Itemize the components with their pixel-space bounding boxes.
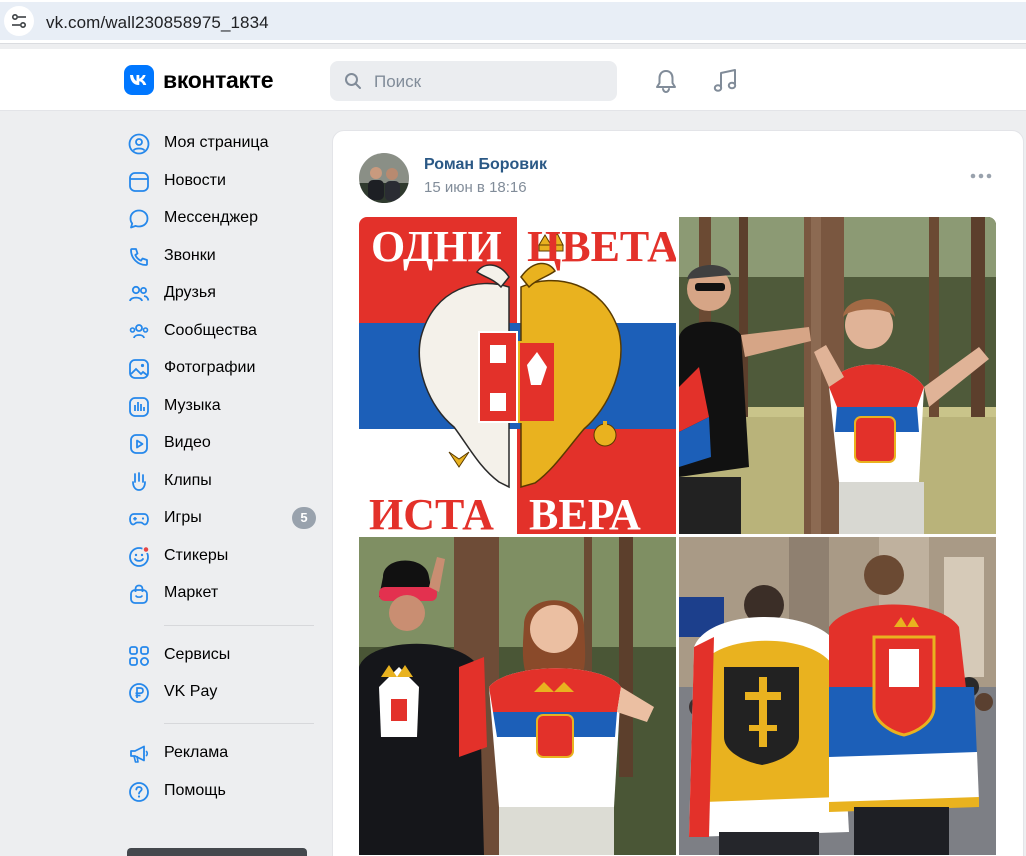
gamepad-icon xyxy=(129,513,149,526)
sticker-icon xyxy=(129,546,150,567)
nav-item-stickers[interactable]: Стикеры xyxy=(120,538,320,574)
search-icon xyxy=(345,73,361,89)
nav-item-ads[interactable]: Реклама xyxy=(120,735,320,771)
nav-item-communities[interactable]: Сообщества xyxy=(120,313,320,349)
nav-divider xyxy=(164,625,314,626)
nav-label: Новости xyxy=(164,172,226,189)
nav-item-messenger[interactable]: Мессенджер xyxy=(120,200,320,236)
poster-text-top-left: ОДНИ xyxy=(371,222,502,271)
megaphone-icon xyxy=(130,745,149,763)
nav-label: Сообщества xyxy=(164,322,257,339)
nav-label: Звонки xyxy=(164,247,216,264)
news-icon xyxy=(129,172,149,192)
music-player-button[interactable] xyxy=(710,66,740,96)
music-note-icon xyxy=(713,69,737,92)
nav-item-music[interactable]: Музыка xyxy=(120,388,320,424)
nav-item-help[interactable]: Помощь xyxy=(120,773,320,809)
user-circle-icon xyxy=(128,133,150,155)
nav-item-market[interactable]: Маркет xyxy=(120,575,320,611)
nav-label: Видео xyxy=(164,434,211,451)
nav-item-my-page[interactable]: Моя страница xyxy=(120,125,320,161)
nav-label: Помощь xyxy=(164,782,226,799)
nav-label: Маркет xyxy=(164,584,219,601)
games-count-badge: 5 xyxy=(292,507,316,529)
post-photo-1[interactable]: ОДНИ ЦВЕТА ИСТА ВЕРА xyxy=(359,217,676,534)
nav-item-games[interactable]: Игры 5 xyxy=(120,500,320,536)
nav-item-calls[interactable]: Звонки xyxy=(120,238,320,274)
poster-text-top-right: ЦВЕТА xyxy=(527,222,676,271)
post-more-button[interactable] xyxy=(969,169,993,181)
wall-post: Роман Боровик 15 июн в 18:16 ОДНИ ЦВЕТА … xyxy=(332,130,1024,856)
vk-pay-icon xyxy=(129,683,149,703)
nav-item-clips[interactable]: Клипы xyxy=(120,463,320,499)
site-settings-button[interactable] xyxy=(4,6,34,36)
search-box[interactable] xyxy=(330,61,617,101)
nav-label: Сервисы xyxy=(164,646,231,663)
communities-icon xyxy=(129,324,149,339)
nav-divider xyxy=(164,723,314,724)
poster-text-bottom-left: ИСТА xyxy=(369,490,494,534)
nav-label: Фотографии xyxy=(164,359,256,376)
phone-icon xyxy=(130,248,148,266)
clips-icon xyxy=(132,472,146,491)
nav-item-news[interactable]: Новости xyxy=(120,163,320,199)
message-bubble-icon xyxy=(129,209,149,229)
more-dots-icon xyxy=(970,173,992,179)
nav-item-services[interactable]: Сервисы xyxy=(120,637,320,673)
post-photo-3[interactable] xyxy=(359,537,676,855)
notifications-button[interactable] xyxy=(652,67,680,95)
post-date[interactable]: 15 июн в 18:16 xyxy=(424,179,527,196)
poster-text-bottom-right: ВЕРА xyxy=(529,490,641,534)
url-field[interactable]: vk.com/wall230858975_1834 xyxy=(0,2,1026,40)
nav-label: Мессенджер xyxy=(164,209,258,226)
author-avatar[interactable] xyxy=(359,153,409,203)
market-bag-icon xyxy=(130,584,148,604)
help-icon xyxy=(129,782,149,802)
nav-label: Клипы xyxy=(164,472,212,489)
post-author-link[interactable]: Роман Боровик xyxy=(424,156,547,174)
site-header: вконтакте xyxy=(0,49,1026,111)
search-input[interactable] xyxy=(374,71,604,93)
nav-label: Стикеры xyxy=(164,547,229,564)
nav-item-photos[interactable]: Фотографии xyxy=(120,350,320,386)
services-grid-icon xyxy=(129,646,149,666)
nav-label: VK Pay xyxy=(164,683,218,700)
nav-footer-block xyxy=(127,848,307,856)
url-text[interactable]: vk.com/wall230858975_1834 xyxy=(46,13,269,33)
tune-icon xyxy=(11,13,27,29)
nav-label: Реклама xyxy=(164,744,229,761)
friends-icon xyxy=(129,285,150,302)
post-photo-2[interactable] xyxy=(679,217,996,534)
video-icon xyxy=(130,434,148,454)
nav-label: Игры xyxy=(164,509,202,526)
music-icon xyxy=(129,397,149,417)
nav-item-friends[interactable]: Друзья xyxy=(120,275,320,311)
browser-address-bar: vk.com/wall230858975_1834 xyxy=(0,0,1026,44)
brand-wordmark[interactable]: вконтакте xyxy=(163,67,274,94)
bell-icon xyxy=(656,70,676,94)
photo-icon xyxy=(129,359,149,379)
post-photo-4[interactable] xyxy=(679,537,996,855)
vk-logo-icon[interactable] xyxy=(124,65,154,95)
nav-item-video[interactable]: Видео xyxy=(120,425,320,461)
nav-label: Музыка xyxy=(164,397,221,414)
nav-item-vk-pay[interactable]: VK Pay xyxy=(120,674,320,710)
nav-label: Друзья xyxy=(164,284,216,301)
nav-label: Моя страница xyxy=(164,134,269,151)
